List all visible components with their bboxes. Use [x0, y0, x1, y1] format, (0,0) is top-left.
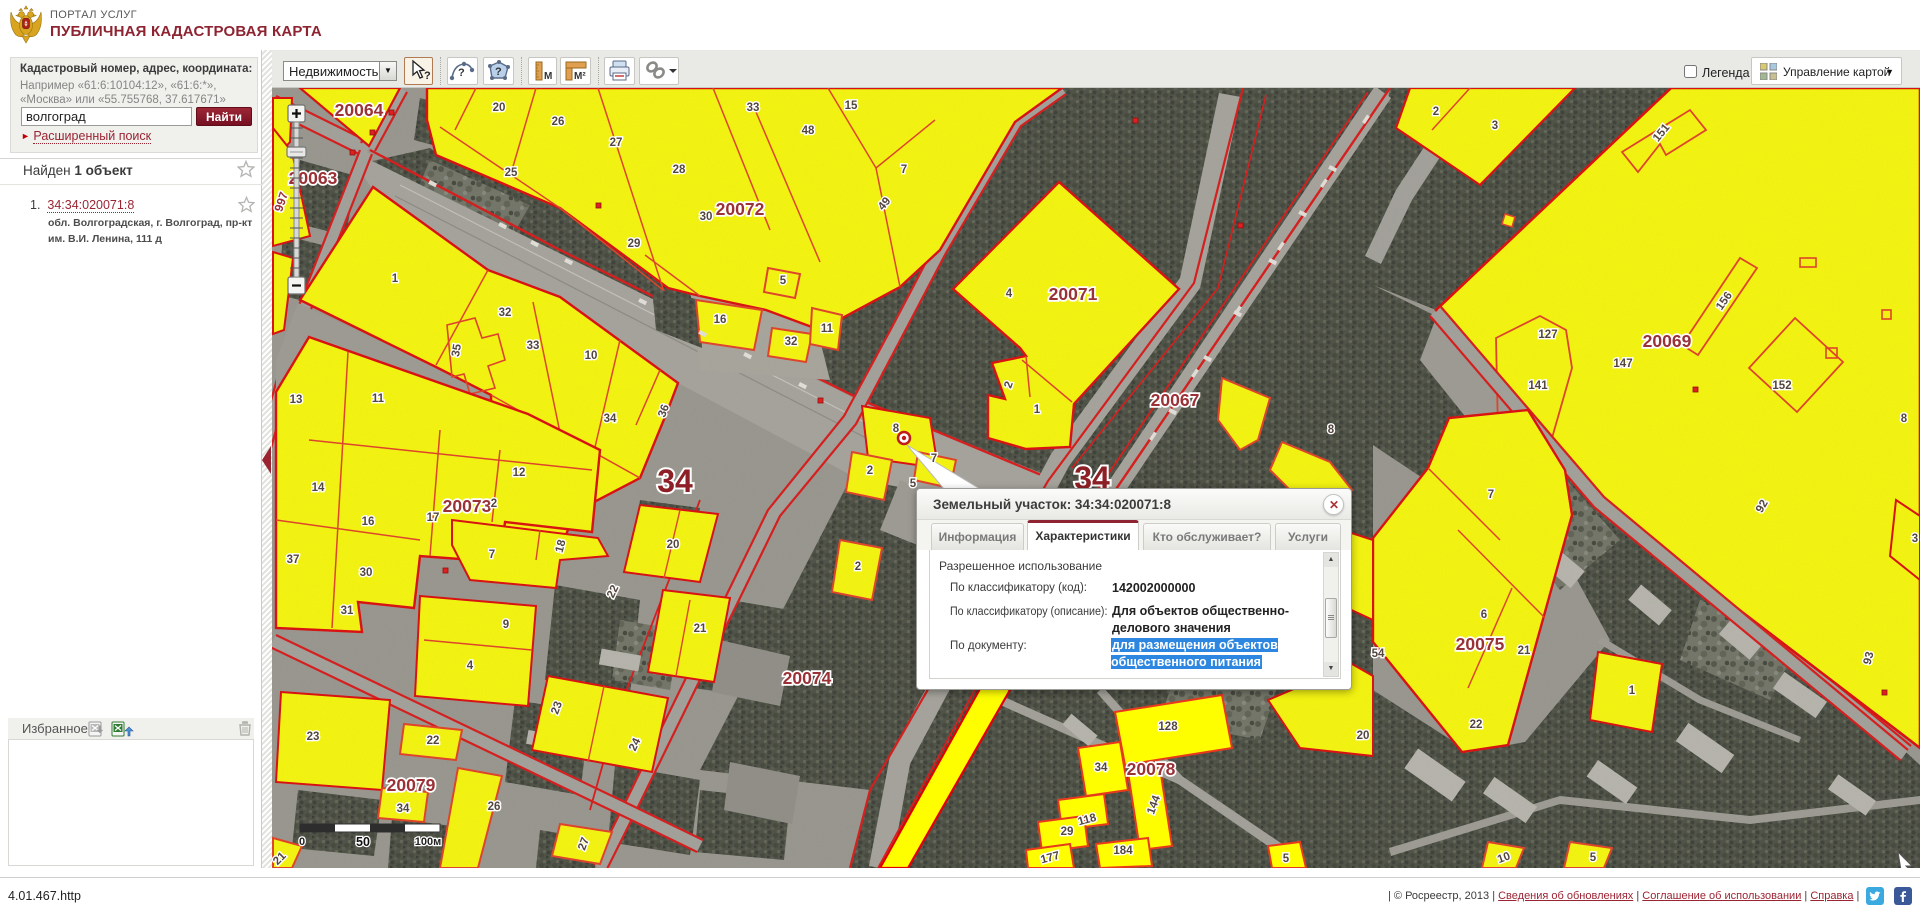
svg-text:26: 26: [488, 801, 501, 813]
svg-text:37: 37: [287, 554, 300, 566]
svg-text:11: 11: [821, 323, 834, 335]
svg-text:7: 7: [901, 164, 907, 176]
svg-text:20074: 20074: [783, 668, 832, 688]
svg-text:М: М: [544, 71, 552, 82]
svg-text:?: ?: [424, 70, 431, 82]
svg-text:2: 2: [855, 561, 861, 573]
svg-text:20067: 20067: [1151, 390, 1200, 410]
svg-text:20078: 20078: [1127, 759, 1176, 779]
svg-text:1: 1: [1034, 404, 1041, 416]
svg-text:27: 27: [610, 137, 623, 149]
svg-text:14: 14: [312, 482, 325, 494]
svg-text:20069: 20069: [1643, 331, 1692, 351]
svg-text:20079: 20079: [387, 775, 436, 795]
svg-text:4: 4: [1006, 288, 1013, 300]
svg-text:3: 3: [1492, 120, 1498, 132]
svg-text:?: ?: [495, 66, 502, 78]
svg-text:13: 13: [290, 394, 303, 406]
svg-text:147: 147: [1613, 358, 1632, 370]
svg-text:128: 128: [1158, 721, 1178, 733]
svg-text:8: 8: [1901, 413, 1908, 425]
svg-text:48: 48: [802, 125, 815, 137]
svg-text:127: 127: [1538, 329, 1557, 341]
svg-text:26: 26: [552, 116, 565, 128]
svg-text:7: 7: [931, 453, 937, 465]
svg-text:10: 10: [585, 350, 598, 362]
svg-text:16: 16: [362, 516, 375, 528]
svg-text:11: 11: [372, 393, 385, 405]
svg-text:34: 34: [397, 803, 410, 815]
svg-text:12: 12: [513, 467, 526, 479]
svg-text:7: 7: [1488, 489, 1494, 501]
svg-text:20064: 20064: [335, 100, 384, 120]
svg-text:31: 31: [341, 605, 354, 617]
svg-text:4: 4: [467, 660, 474, 672]
svg-text:29: 29: [1061, 826, 1074, 838]
svg-text:20: 20: [493, 102, 506, 114]
svg-text:100м: 100м: [415, 836, 442, 848]
svg-text:20075: 20075: [1456, 634, 1505, 654]
svg-text:32: 32: [499, 307, 512, 319]
svg-text:30: 30: [700, 211, 713, 223]
svg-text:2: 2: [867, 465, 873, 477]
svg-text:28: 28: [673, 164, 686, 176]
svg-text:9: 9: [503, 619, 509, 631]
svg-text:34: 34: [604, 413, 617, 425]
svg-text:5: 5: [780, 275, 787, 287]
svg-text:8: 8: [1328, 424, 1335, 436]
svg-text:20: 20: [1357, 730, 1370, 742]
svg-text:6: 6: [1481, 609, 1487, 621]
svg-text:2: 2: [1433, 106, 1439, 118]
svg-text:7: 7: [489, 549, 495, 561]
svg-text:20: 20: [667, 539, 680, 551]
svg-text:141: 141: [1528, 380, 1548, 392]
svg-text:34: 34: [1095, 762, 1108, 774]
svg-text:23: 23: [307, 731, 320, 743]
svg-text:20071: 20071: [1049, 284, 1098, 304]
svg-text:8: 8: [893, 423, 900, 435]
svg-text:17: 17: [427, 512, 440, 524]
svg-text:22: 22: [427, 735, 440, 747]
svg-text:34: 34: [657, 463, 693, 499]
svg-text:33: 33: [527, 340, 540, 352]
svg-text:30: 30: [360, 567, 373, 579]
svg-text:0: 0: [299, 836, 305, 848]
svg-text:152: 152: [1772, 380, 1791, 392]
svg-text:50: 50: [356, 835, 370, 849]
svg-text:25: 25: [505, 167, 518, 179]
svg-text:2: 2: [491, 498, 497, 510]
svg-text:15: 15: [845, 100, 858, 112]
svg-text:5: 5: [1590, 852, 1597, 864]
svg-text:22: 22: [1470, 719, 1483, 731]
svg-text:?: ?: [458, 67, 465, 79]
svg-text:21: 21: [694, 623, 707, 635]
svg-text:М²: М²: [574, 71, 586, 82]
svg-text:54: 54: [1372, 648, 1385, 660]
svg-text:5: 5: [1283, 853, 1290, 865]
svg-text:5: 5: [910, 478, 917, 490]
svg-text:29: 29: [628, 238, 641, 250]
svg-text:1: 1: [1629, 685, 1636, 697]
svg-text:33: 33: [747, 102, 760, 114]
svg-text:32: 32: [785, 336, 798, 348]
svg-text:16: 16: [714, 314, 727, 326]
svg-text:1: 1: [392, 273, 399, 285]
svg-text:184: 184: [1113, 845, 1133, 857]
svg-text:20072: 20072: [716, 199, 765, 219]
svg-text:3: 3: [1912, 533, 1918, 545]
svg-text:20073: 20073: [443, 496, 492, 516]
svg-text:21: 21: [1518, 645, 1531, 657]
